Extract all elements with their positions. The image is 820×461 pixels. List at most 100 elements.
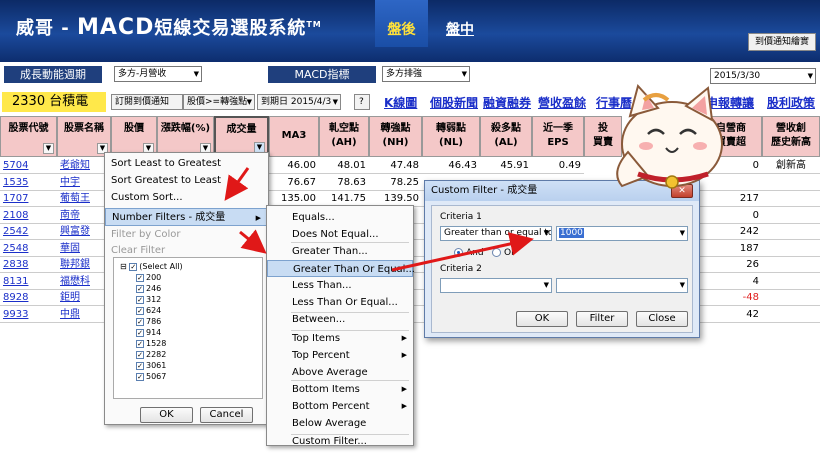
cell-code[interactable]: 2108 [0, 208, 57, 224]
link-dividend[interactable]: 股利政策 [767, 94, 815, 111]
dialog-filter-button[interactable]: Filter [576, 311, 628, 327]
submenu-item[interactable]: Top Items ▶ [267, 330, 413, 347]
submenu-item[interactable]: Between... [267, 311, 413, 328]
submenu-item[interactable]: Greater Than Or Equal... [267, 260, 415, 277]
dialog-close-button[interactable]: Close [636, 311, 688, 327]
chevron-down-icon: ▼ [679, 281, 685, 289]
submenu-item[interactable]: Less Than... [267, 277, 413, 294]
checkbox-select-all[interactable]: ⊟ ✓ (Select All) [120, 262, 183, 272]
cell-code[interactable]: 1535 [0, 175, 57, 191]
menu-number-filters[interactable]: Number Filters - 成交量 ▶ [105, 208, 268, 226]
tab-intraday[interactable]: 盤中 [436, 0, 484, 47]
cell-nh: 47.48 [369, 158, 422, 174]
submenu-item-label: Greater Than Or Equal... [293, 264, 415, 275]
radio-and[interactable]: And [454, 248, 484, 258]
checkbox-icon: ✓ [136, 350, 144, 359]
cell-code[interactable]: 9933 [0, 307, 57, 323]
radio-or[interactable]: Or [492, 248, 515, 258]
filter-select[interactable]: 股價>=轉強點 ▼ [183, 94, 255, 110]
cell-name[interactable]: 老爺知 [57, 158, 111, 174]
checkbox-value[interactable]: ✓ 786 [136, 317, 161, 327]
submenu-item-label: Above Average [292, 367, 368, 378]
macd-select[interactable]: 多方排強 ▼ [382, 66, 470, 82]
submenu-item[interactable]: Equals... [267, 209, 413, 226]
cell-name[interactable]: 葡萄王 [57, 191, 111, 207]
checkbox-value[interactable]: ✓ 246 [136, 284, 161, 294]
checkbox-value[interactable]: ✓ 1528 [136, 339, 166, 349]
filter-dropdown-icon[interactable]: ▼ [43, 143, 54, 154]
cell-code[interactable]: 5704 [0, 158, 57, 174]
checkbox-value[interactable]: ✓ 914 [136, 328, 161, 338]
checkbox-value[interactable]: ✓ 624 [136, 306, 161, 316]
submenu-item-label: Bottom Percent [292, 401, 370, 412]
growth-select[interactable]: 多方-月營收 ▼ [114, 66, 202, 82]
cell-code[interactable]: 2548 [0, 241, 57, 257]
cell-nl: 46.43 [422, 158, 480, 174]
price-notify-button[interactable]: 到價通知繪實 [748, 33, 816, 51]
cell-name[interactable]: 中宇 [57, 175, 111, 191]
subscribe-notify-button[interactable]: 訂閱到價通知 [111, 94, 183, 110]
dialog-ok-button[interactable]: OK [516, 311, 568, 327]
menu-sort-desc[interactable]: Sort Greatest to Least [105, 172, 268, 190]
cell-name[interactable]: 福懋科 [57, 274, 111, 290]
value-checklist: ⊟ ✓ (Select All) ✓ 200 ✓ 246 ✓ 312 ✓ 624 ✓ 786 ✓ 914 ✓… [113, 257, 263, 399]
checkbox-label: 914 [146, 328, 162, 337]
submenu-item[interactable]: Below Average [267, 415, 413, 432]
col-header-code[interactable]: 股票代號 ▼ [0, 116, 57, 157]
cell-name[interactable]: 興富發 [57, 224, 111, 240]
lucky-cat-mascot [616, 83, 723, 189]
checkbox-icon: ✓ [136, 284, 144, 293]
submenu-arrow-icon: ▶ [401, 351, 407, 359]
criteria-1-value-input[interactable]: 1000 ▼ [556, 226, 688, 241]
tab-after-market[interactable]: 盤後 [375, 0, 428, 47]
submenu-item[interactable]: Does Not Equal... [267, 226, 413, 243]
collapse-icon[interactable]: ⊟ [120, 262, 129, 271]
cell-name[interactable]: 聯邦銀 [57, 257, 111, 273]
cell-code[interactable]: 8131 [0, 274, 57, 290]
checkbox-value[interactable]: ✓ 2282 [136, 350, 166, 360]
cell-code[interactable]: 8928 [0, 290, 57, 306]
checkbox-value[interactable]: ✓ 200 [136, 273, 161, 283]
menu-sort-asc[interactable]: Sort Least to Greatest [105, 155, 268, 173]
criteria-2-value-input[interactable]: ▼ [556, 278, 688, 293]
link-margin[interactable]: 融資融券 [483, 94, 531, 111]
col-header-volume[interactable]: 成交量 ▼ [214, 116, 269, 157]
criteria-1-value: 1000 [559, 228, 584, 238]
checkbox-label: 624 [146, 306, 162, 315]
criteria-1-operator[interactable]: Greater than or equal to ▼ [440, 226, 552, 241]
cell-code[interactable]: 1707 [0, 191, 57, 207]
filter-ok-button[interactable]: OK [140, 407, 193, 423]
cell-name[interactable]: 華固 [57, 241, 111, 257]
link-kline[interactable]: K線圖 [384, 94, 417, 111]
cell-name[interactable]: 中鼎 [57, 307, 111, 323]
submenu-item[interactable]: Less Than Or Equal... [267, 294, 413, 311]
checkbox-value[interactable]: ✓ 312 [136, 295, 161, 305]
submenu-item[interactable]: Greater Than... [267, 243, 413, 260]
checkbox-value[interactable]: ✓ 3061 [136, 361, 166, 371]
link-news[interactable]: 個股新聞 [430, 94, 478, 111]
menu-custom-sort[interactable]: Custom Sort... [105, 189, 268, 207]
col-header-name[interactable]: 股票名稱 ▼ [57, 116, 111, 157]
help-button[interactable]: ? [354, 94, 370, 110]
cell-code[interactable]: 2838 [0, 257, 57, 273]
expiry-select[interactable]: 到期日 2015/4/3 ▼ [257, 94, 341, 110]
filter-cancel-button[interactable]: Cancel [200, 407, 253, 423]
submenu-item[interactable]: Bottom Percent ▶ [267, 398, 413, 415]
cell-code[interactable]: 2542 [0, 224, 57, 240]
link-revenue[interactable]: 營收盈餘 [538, 94, 586, 111]
cell-name[interactable]: 南帝 [57, 208, 111, 224]
submenu-item[interactable]: Bottom Items ▶ [267, 381, 413, 398]
submenu-item-label: Bottom Items [292, 384, 360, 395]
submenu-item-label: Equals... [292, 212, 335, 223]
criteria-2-operator[interactable]: ▼ [440, 278, 552, 293]
radio-dot-icon [454, 248, 463, 257]
submenu-item[interactable]: Above Average [267, 364, 413, 381]
col-header-price[interactable]: 股價 ▼ [111, 116, 157, 157]
checkbox-value[interactable]: ✓ 5067 [136, 372, 166, 382]
cell-name[interactable]: 鉅明 [57, 290, 111, 306]
submenu-item[interactable]: Top Percent ▶ [267, 347, 413, 364]
submenu-item[interactable]: Custom Filter... [267, 433, 413, 450]
cell-dealer: 217 [700, 191, 762, 207]
brand-macd: MACD [77, 15, 155, 40]
col-header-change[interactable]: 漲跌幅(%) ▼ [157, 116, 214, 157]
